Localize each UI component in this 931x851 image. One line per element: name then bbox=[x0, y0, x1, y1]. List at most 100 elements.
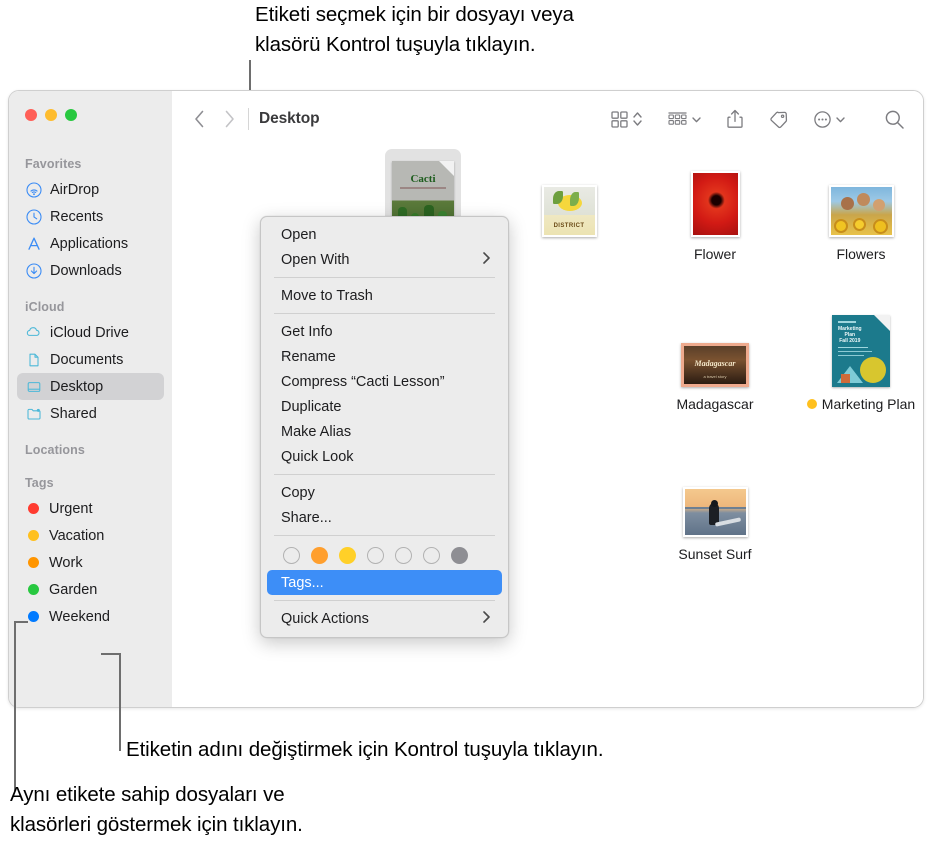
tag-dot-icon bbox=[28, 557, 39, 568]
tag-dot-icon bbox=[28, 584, 39, 595]
menu-separator bbox=[274, 313, 495, 314]
sidebar-item-desktop[interactable]: Desktop bbox=[17, 373, 164, 400]
sidebar-item-airdrop[interactable]: AirDrop bbox=[17, 176, 164, 203]
file-label-text: Madagascar bbox=[676, 396, 754, 412]
file-label[interactable]: Marketing Plan bbox=[801, 395, 921, 413]
leader-line-work-h bbox=[14, 621, 28, 623]
tag-color-blue[interactable] bbox=[395, 547, 412, 564]
group-by-icon[interactable] bbox=[667, 110, 688, 129]
file-item-madagascar[interactable]: Madagascar a travel story Madagascar bbox=[642, 303, 788, 414]
sidebar-tag-garden[interactable]: Garden bbox=[17, 576, 164, 603]
file-thumbnail-wrap: Madagascar a travel story bbox=[642, 303, 788, 387]
sidebar: Favorites AirDrop Recents Applications D… bbox=[9, 91, 172, 707]
sidebar-item-label: Shared bbox=[50, 405, 97, 422]
menu-item-get-info[interactable]: Get Info bbox=[267, 319, 502, 344]
menu-item-label: Copy bbox=[281, 484, 315, 501]
minimize-button[interactable] bbox=[45, 109, 57, 121]
search-icon[interactable] bbox=[884, 109, 905, 130]
share-icon[interactable] bbox=[726, 109, 744, 129]
sidebar-tag-label: Urgent bbox=[49, 500, 93, 517]
tag-button[interactable] bbox=[756, 110, 801, 129]
file-label-text: Flower bbox=[693, 246, 736, 262]
file-label[interactable]: Flowers bbox=[830, 245, 891, 263]
sidebar-item-downloads[interactable]: Downloads bbox=[17, 257, 164, 284]
menu-item-move-to-trash[interactable]: Move to Trash bbox=[267, 283, 502, 308]
search-button[interactable] bbox=[858, 109, 905, 130]
window-controls bbox=[25, 109, 77, 121]
sidebar-item-label: Desktop bbox=[50, 378, 104, 395]
close-button[interactable] bbox=[25, 109, 37, 121]
back-button[interactable] bbox=[184, 104, 214, 134]
tag-color-none[interactable] bbox=[283, 547, 300, 564]
file-item-marketing-plan[interactable]: Marketing Plan Fall 2019 Marketing Plan bbox=[788, 303, 923, 414]
recents-icon bbox=[25, 208, 42, 225]
menu-item-duplicate[interactable]: Duplicate bbox=[267, 394, 502, 419]
madagascar-poster-thumbnail: Madagascar a travel story bbox=[681, 343, 749, 387]
menu-item-compress[interactable]: Compress “Cacti Lesson” bbox=[267, 369, 502, 394]
sidebar-item-label: Recents bbox=[50, 208, 104, 225]
file-label[interactable]: Sunset Surf bbox=[672, 545, 757, 563]
sidebar-tag-vacation[interactable]: Vacation bbox=[17, 522, 164, 549]
tag-color-picker bbox=[261, 541, 508, 570]
tag-color-orange[interactable] bbox=[311, 547, 328, 564]
more-actions-chevron-icon[interactable] bbox=[835, 114, 846, 125]
menu-item-open-with[interactable]: Open With bbox=[267, 247, 502, 272]
file-thumbnail-wrap bbox=[788, 153, 923, 237]
file-thumbnail-wrap: DISTRICT bbox=[496, 153, 642, 237]
tag-dot-icon bbox=[28, 611, 39, 622]
menu-item-copy[interactable]: Copy bbox=[267, 480, 502, 505]
menu-item-rename[interactable]: Rename bbox=[267, 344, 502, 369]
sidebar-section-icloud: iCloud bbox=[25, 300, 65, 314]
file-item-sunset-surf[interactable]: Sunset Surf bbox=[642, 453, 788, 564]
sidebar-item-recents[interactable]: Recents bbox=[17, 203, 164, 230]
forward-button[interactable] bbox=[214, 104, 244, 134]
menu-separator bbox=[274, 600, 495, 601]
sunset-surfer-thumbnail bbox=[682, 487, 748, 537]
grid-view-icon[interactable] bbox=[610, 110, 629, 129]
page-title: Desktop bbox=[259, 110, 320, 127]
zoom-button[interactable] bbox=[65, 109, 77, 121]
submenu-chevron-icon bbox=[483, 611, 490, 626]
sidebar-tag-urgent[interactable]: Urgent bbox=[17, 495, 164, 522]
sidebar-item-icloud-drive[interactable]: iCloud Drive bbox=[17, 319, 164, 346]
tag-color-yellow[interactable] bbox=[339, 547, 356, 564]
menu-item-open[interactable]: Open bbox=[267, 222, 502, 247]
menu-item-quick-look[interactable]: Quick Look bbox=[267, 444, 502, 469]
file-label[interactable]: Madagascar bbox=[670, 395, 759, 413]
file-item-flower[interactable]: Flower bbox=[642, 153, 788, 264]
sidebar-item-documents[interactable]: Documents bbox=[17, 346, 164, 373]
menu-item-label: Compress “Cacti Lesson” bbox=[281, 373, 445, 390]
menu-item-quick-actions[interactable]: Quick Actions bbox=[267, 606, 502, 631]
sidebar-item-label: Applications bbox=[50, 235, 129, 252]
downloads-icon bbox=[25, 262, 42, 279]
share-button[interactable] bbox=[714, 109, 756, 129]
menu-item-tags[interactable]: Tags... bbox=[267, 570, 502, 595]
more-actions-control[interactable] bbox=[801, 110, 858, 129]
sidebar-tag-work[interactable]: Work bbox=[17, 549, 164, 576]
file-label-text: Marketing Plan bbox=[821, 396, 916, 412]
file-label[interactable]: Flower bbox=[688, 245, 742, 263]
sidebar-item-applications[interactable]: Applications bbox=[17, 230, 164, 257]
sidebar-tag-weekend[interactable]: Weekend bbox=[17, 603, 164, 630]
tag-icon[interactable] bbox=[768, 110, 789, 129]
file-item-flowers[interactable]: Flowers bbox=[788, 153, 923, 264]
tag-color-purple[interactable] bbox=[423, 547, 440, 564]
view-options-chevron-icon[interactable] bbox=[632, 109, 643, 129]
tag-color-gray[interactable] bbox=[451, 547, 468, 564]
menu-item-label: Tags... bbox=[281, 574, 324, 591]
file-thumbnail-wrap: Marketing Plan Fall 2019 bbox=[788, 303, 923, 387]
more-actions-icon[interactable] bbox=[813, 110, 832, 129]
sidebar-item-shared[interactable]: Shared bbox=[17, 400, 164, 427]
leader-line-garden-h bbox=[101, 653, 120, 655]
file-item-district[interactable]: DISTRICT bbox=[496, 153, 642, 237]
group-by-chevron-icon[interactable] bbox=[691, 114, 702, 125]
tag-color-green[interactable] bbox=[367, 547, 384, 564]
menu-item-make-alias[interactable]: Make Alias bbox=[267, 419, 502, 444]
sidebar-section-locations: Locations bbox=[25, 443, 85, 457]
menu-separator bbox=[274, 474, 495, 475]
sidebar-section-favorites: Favorites bbox=[25, 157, 82, 171]
sidebar-item-label: Documents bbox=[50, 351, 124, 368]
menu-item-share[interactable]: Share... bbox=[267, 505, 502, 530]
group-by-control[interactable] bbox=[655, 110, 714, 129]
view-mode-control[interactable] bbox=[598, 109, 655, 129]
